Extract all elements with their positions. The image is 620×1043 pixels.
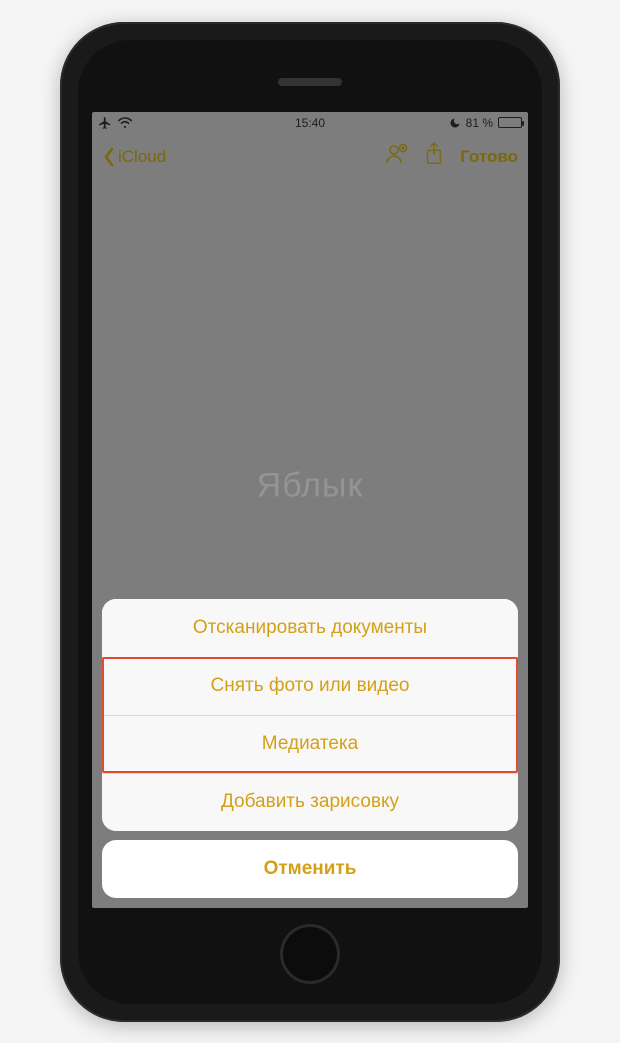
nav-back[interactable]: iCloud xyxy=(102,147,166,167)
sheet-item-scan-documents[interactable]: Отсканировать документы xyxy=(102,599,518,657)
status-left xyxy=(98,116,133,130)
nav-bar: iCloud Готово xyxy=(92,134,528,180)
battery-percent: 81 % xyxy=(466,116,493,130)
phone-frame: 15:40 81 % iCloud xyxy=(60,22,560,1022)
battery-icon xyxy=(498,117,522,128)
add-person-icon[interactable] xyxy=(384,142,408,171)
watermark: Яблык xyxy=(257,466,364,505)
status-bar: 15:40 81 % xyxy=(92,112,528,134)
wifi-icon xyxy=(117,117,133,129)
action-sheet-cancel-group: Отменить xyxy=(102,840,518,898)
nav-right: Готово xyxy=(384,142,518,171)
sheet-cancel-button[interactable]: Отменить xyxy=(102,840,518,898)
sheet-item-take-photo-video[interactable]: Снять фото или видео xyxy=(102,657,518,715)
action-sheet: Отсканировать документы Снять фото или в… xyxy=(92,589,528,908)
status-time: 15:40 xyxy=(295,116,325,130)
sheet-item-photo-library[interactable]: Медиатека xyxy=(102,715,518,773)
screen: 15:40 81 % iCloud xyxy=(92,112,528,908)
sheet-item-add-sketch[interactable]: Добавить зарисовку xyxy=(102,773,518,831)
airplane-icon xyxy=(98,116,112,130)
home-button[interactable] xyxy=(280,924,340,984)
moon-icon xyxy=(449,117,461,129)
done-button[interactable]: Готово xyxy=(460,147,518,167)
share-icon[interactable] xyxy=(424,142,444,171)
nav-back-label: iCloud xyxy=(118,147,166,167)
chevron-left-icon xyxy=(102,147,116,167)
phone-speaker xyxy=(278,78,342,86)
phone-inner: 15:40 81 % iCloud xyxy=(78,40,542,1004)
status-right: 81 % xyxy=(449,116,522,130)
action-sheet-group: Отсканировать документы Снять фото или в… xyxy=(102,599,518,831)
